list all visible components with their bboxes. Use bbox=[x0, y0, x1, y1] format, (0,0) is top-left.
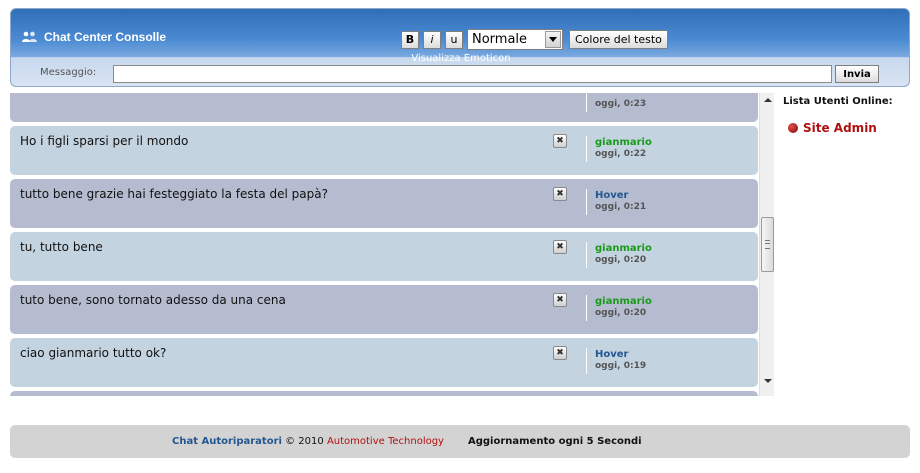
scrollbar-thumb[interactable] bbox=[761, 217, 774, 272]
message-meta: Hover oggi, 0:19 bbox=[586, 348, 646, 374]
message-input[interactable] bbox=[113, 65, 832, 83]
message-author: gianmario bbox=[595, 296, 652, 307]
message-text: ciao gianmario tutto ok? bbox=[20, 346, 167, 360]
message-meta: gianmario oggi, 0:20 bbox=[586, 242, 652, 268]
scroll-up-arrow-icon[interactable] bbox=[760, 93, 774, 107]
online-user-name[interactable]: Site Admin bbox=[803, 121, 877, 135]
message-row: tuto bene, sono tornato adesso da una ce… bbox=[10, 285, 758, 334]
message-row: tutto bene grazie hai festeggiato la fes… bbox=[10, 179, 758, 228]
footer-copyright: © 2010 bbox=[281, 436, 327, 447]
text-color-button[interactable]: Colore del testo bbox=[569, 30, 668, 49]
message-list: oggi, 0:23 Ho i figli sparsi per il mond… bbox=[10, 93, 759, 396]
formatting-toolbar: B i u Normale Colore del testo bbox=[401, 29, 668, 50]
italic-button[interactable]: i bbox=[423, 30, 441, 49]
app-title: Chat Center Consolle bbox=[21, 30, 166, 44]
message-time: oggi, 0:20 bbox=[595, 308, 647, 318]
message-author: Hover bbox=[595, 190, 629, 201]
message-row: Ho i figli sparsi per il mondo ✖ gianmar… bbox=[10, 126, 758, 175]
scroll-down-arrow-icon[interactable] bbox=[760, 374, 774, 388]
message-time: oggi, 0:23 bbox=[595, 99, 647, 109]
refresh-interval-text: Aggiornamento ogni 5 Secondi bbox=[467, 436, 642, 447]
message-author: gianmario bbox=[595, 137, 652, 148]
underline-button[interactable]: u bbox=[445, 30, 463, 49]
message-author: gianmario bbox=[595, 243, 652, 254]
users-icon bbox=[21, 31, 38, 43]
chat-console-page: Chat Center Consolle B i u Normale Color… bbox=[0, 0, 920, 473]
delete-message-icon[interactable]: ✖ bbox=[553, 187, 567, 201]
online-users-title: Lista Utenti Online: bbox=[783, 96, 893, 107]
message-time: oggi, 0:21 bbox=[595, 202, 647, 212]
message-row: oggi, 0:23 bbox=[10, 93, 758, 122]
chevron-down-icon[interactable] bbox=[545, 31, 561, 48]
message-text: tuto bene, sono tornato adesso da una ce… bbox=[20, 293, 286, 307]
delete-message-icon[interactable]: ✖ bbox=[553, 240, 567, 254]
message-text: tu, tutto bene bbox=[20, 240, 103, 254]
message-time: oggi, 0:22 bbox=[595, 149, 647, 159]
message-row: tu, tutto bene ✖ gianmario oggi, 0:20 bbox=[10, 232, 758, 281]
header-bar: Chat Center Consolle B i u Normale Color… bbox=[10, 8, 910, 87]
show-emoticons-link[interactable]: Visualizza Emoticon bbox=[11, 53, 909, 64]
send-button[interactable]: Invia bbox=[835, 65, 879, 83]
delete-message-icon[interactable]: ✖ bbox=[553, 346, 567, 360]
message-meta: gianmario oggi, 0:20 bbox=[586, 295, 652, 321]
message-label: Messaggio: bbox=[40, 67, 97, 78]
app-title-text: Chat Center Consolle bbox=[44, 30, 167, 44]
footer-bar: Chat Autoriparatori © 2010 Automotive Te… bbox=[10, 425, 910, 458]
delete-message-icon[interactable]: ✖ bbox=[553, 134, 567, 148]
message-row: ciao gianmario tutto ok? ✖ Hover oggi, 0… bbox=[10, 338, 758, 387]
message-scrollbar[interactable] bbox=[759, 93, 774, 396]
message-time: oggi, 0:19 bbox=[595, 361, 647, 371]
message-row bbox=[10, 391, 758, 396]
online-status-icon bbox=[788, 123, 798, 133]
message-meta: gianmario oggi, 0:22 bbox=[586, 136, 652, 162]
message-text: Ho i figli sparsi per il mondo bbox=[20, 134, 189, 148]
message-author: Hover bbox=[595, 349, 629, 360]
footer-company-link[interactable]: Automotive Technology bbox=[327, 436, 444, 447]
message-meta: oggi, 0:23 bbox=[586, 93, 646, 112]
message-text: tutto bene grazie hai festeggiato la fes… bbox=[20, 187, 328, 201]
online-user-item[interactable]: Site Admin bbox=[788, 121, 913, 135]
footer-brand-link[interactable]: Chat Autoriparatori bbox=[172, 436, 282, 447]
message-time: oggi, 0:20 bbox=[595, 255, 647, 265]
message-panel: oggi, 0:23 Ho i figli sparsi per il mond… bbox=[10, 93, 774, 396]
delete-message-icon[interactable]: ✖ bbox=[553, 293, 567, 307]
message-meta: Hover oggi, 0:21 bbox=[586, 189, 646, 215]
font-size-select[interactable]: Normale bbox=[467, 29, 563, 50]
online-users-panel: Lista Utenti Online: Site Admin bbox=[783, 96, 913, 135]
font-size-value: Normale bbox=[472, 32, 528, 47]
footer-credits: Chat Autoriparatori © 2010 Automotive Te… bbox=[172, 436, 444, 447]
bold-button[interactable]: B bbox=[401, 30, 419, 49]
